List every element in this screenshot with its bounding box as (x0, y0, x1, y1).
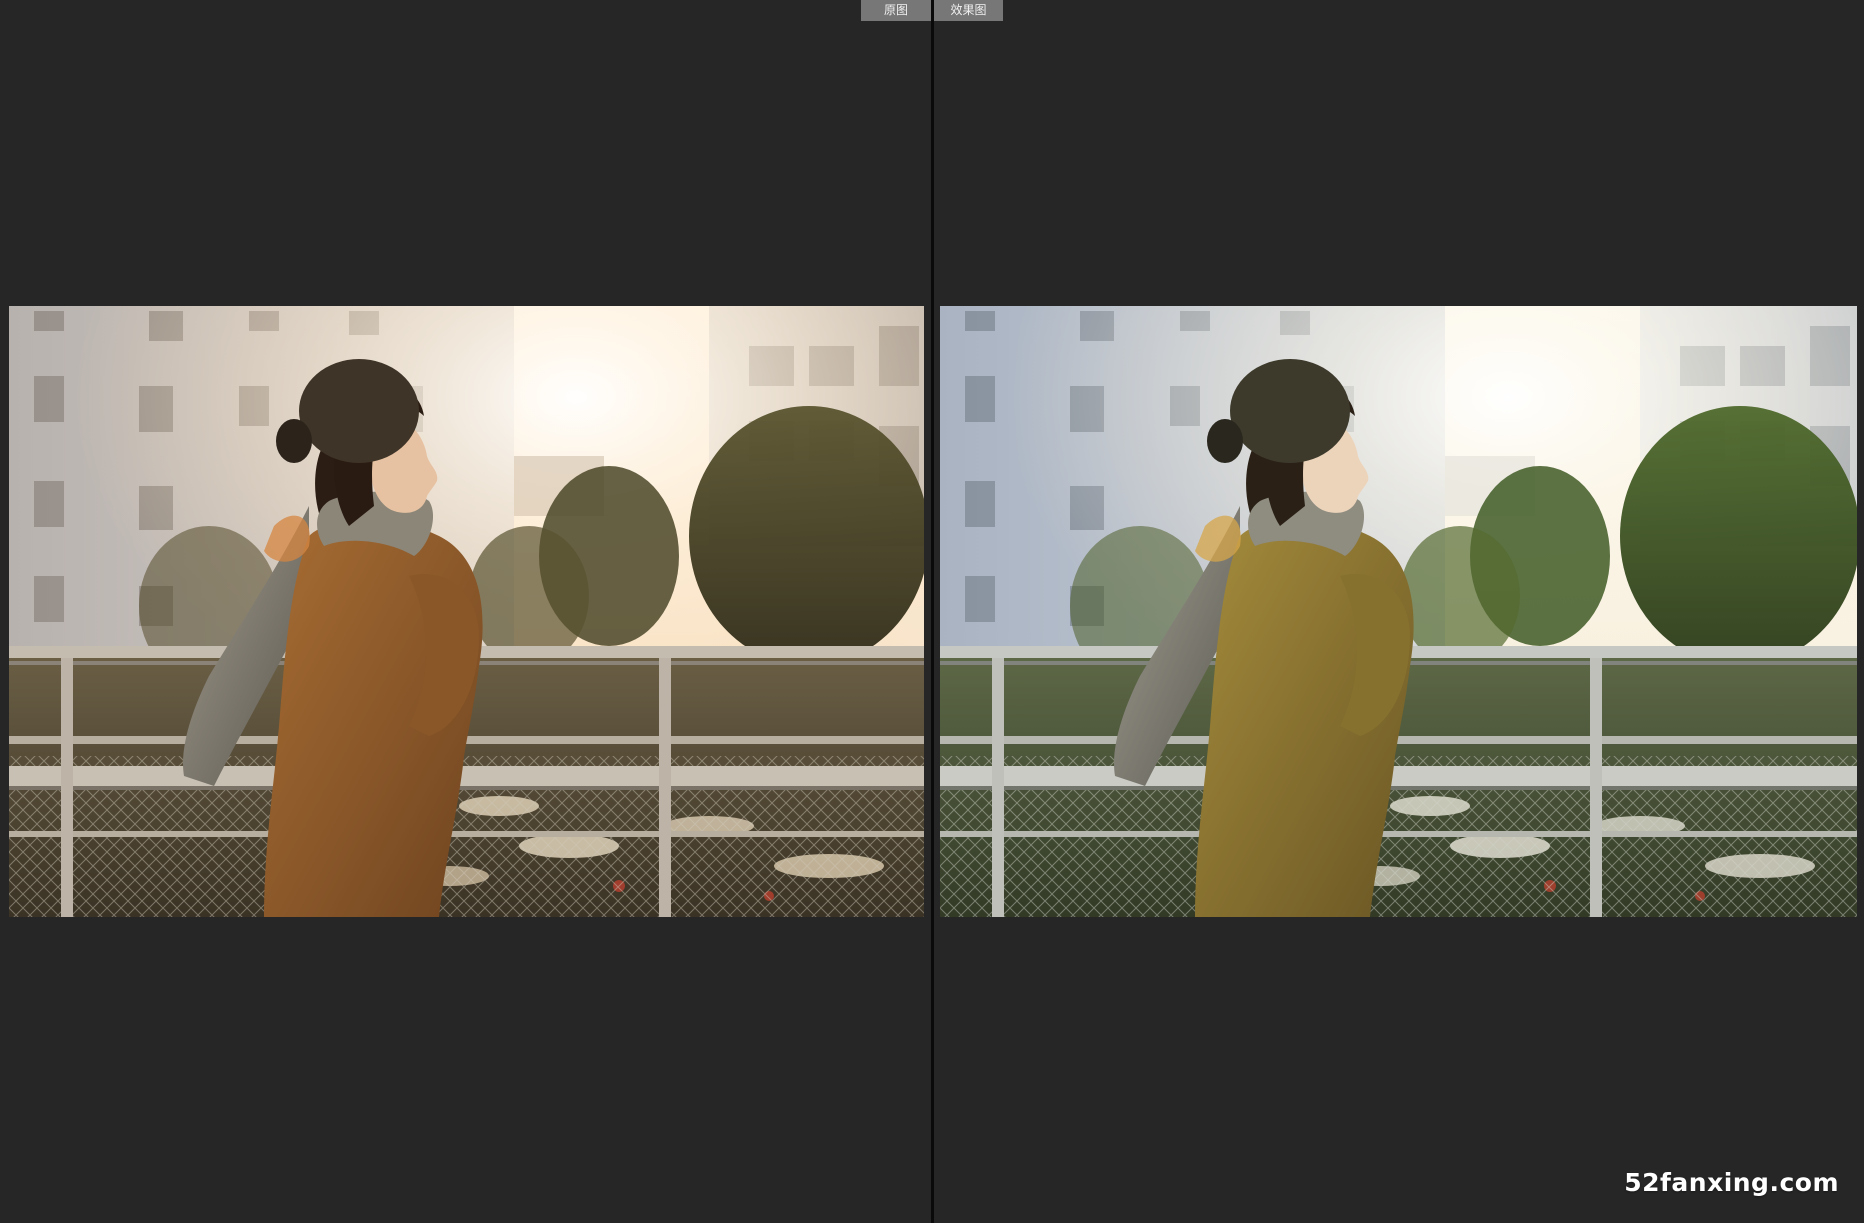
after-photo-image (940, 306, 1857, 917)
after-photo (940, 306, 1857, 917)
before-photo-image (9, 306, 924, 917)
before-photo (9, 306, 924, 917)
after-pane (934, 0, 1864, 1223)
before-pane (0, 0, 931, 1223)
comparison-viewer: 原图 效果图 52fanxing.com (0, 0, 1864, 1223)
after-tab[interactable]: 效果图 (934, 0, 1003, 21)
watermark-text: 52fanxing.com (1624, 1168, 1839, 1197)
before-tab[interactable]: 原图 (861, 0, 931, 21)
